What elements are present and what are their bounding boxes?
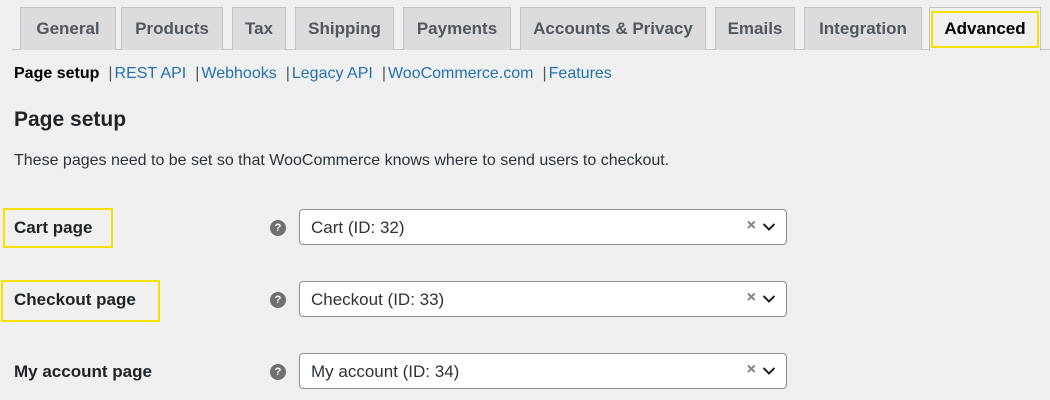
subnav-link-webhooks[interactable]: Webhooks (201, 65, 276, 83)
tab-label: Payments (416, 19, 498, 38)
checkout-page-label: Checkout page (14, 290, 136, 309)
tab-payments[interactable]: Payments (403, 7, 511, 50)
cart-page-select-value: Cart (ID: 32) (311, 218, 405, 237)
subnav-separator: | (108, 65, 113, 82)
subnav-link-features[interactable]: Features (549, 65, 612, 83)
help-icon[interactable]: ? (270, 292, 286, 308)
tab-accounts-privacy[interactable]: Accounts & Privacy (520, 7, 706, 50)
clear-icon[interactable]: × (747, 217, 756, 235)
subnav-separator: | (285, 65, 290, 82)
page-title: Page setup (14, 108, 127, 131)
help-icon[interactable]: ? (270, 364, 286, 380)
clear-icon[interactable]: × (747, 361, 756, 379)
tab-shipping[interactable]: Shipping (295, 7, 394, 50)
my-account-page-select-value: My account (ID: 34) (311, 362, 460, 381)
chevron-down-icon[interactable] (762, 294, 776, 304)
subsection-nav: Page setup | REST API | Webhooks | Legac… (14, 64, 621, 84)
tab-tax[interactable]: Tax (232, 7, 286, 50)
page-description: These pages need to be set so that WooCo… (14, 152, 670, 169)
tab-label: Integration (819, 19, 907, 38)
clear-icon[interactable]: × (747, 289, 756, 307)
chevron-down-icon[interactable] (762, 366, 776, 376)
subnav-separator: | (381, 65, 386, 82)
cart-page-select[interactable]: Cart (ID: 32) × (299, 209, 787, 245)
subnav-link-legacy-api[interactable]: Legacy API (292, 65, 373, 83)
tab-general[interactable]: General (20, 7, 116, 50)
my-account-page-label: My account page (14, 362, 152, 381)
help-icon[interactable]: ? (270, 220, 286, 236)
tab-label: Advanced (931, 11, 1039, 48)
tab-products[interactable]: Products (121, 7, 223, 50)
my-account-page-select[interactable]: My account (ID: 34) × (299, 353, 787, 389)
tab-advanced[interactable]: Advanced (929, 7, 1041, 51)
tab-label: Products (135, 19, 209, 38)
tab-label: General (36, 19, 100, 38)
chevron-down-icon[interactable] (762, 222, 776, 232)
tab-label: Shipping (308, 19, 381, 38)
checkout-page-select[interactable]: Checkout (ID: 33) × (299, 281, 787, 317)
subnav-link-woocommerce-com[interactable]: WooCommerce.com (388, 65, 534, 83)
tab-label: Accounts & Privacy (533, 19, 693, 38)
checkout-page-select-value: Checkout (ID: 33) (311, 290, 445, 309)
subnav-separator: | (195, 65, 200, 82)
cart-page-label: Cart page (14, 218, 93, 237)
tab-integration[interactable]: Integration (804, 7, 922, 50)
subnav-link-rest-api[interactable]: REST API (115, 65, 187, 83)
tab-emails[interactable]: Emails (715, 7, 795, 50)
tab-label: Emails (727, 19, 783, 38)
settings-tab-bar: General Products Tax Shipping Payments A… (0, 0, 1050, 51)
tab-label: Tax (244, 19, 274, 38)
subnav-current-page-setup: Page setup (14, 65, 100, 82)
subnav-separator: | (542, 65, 547, 82)
